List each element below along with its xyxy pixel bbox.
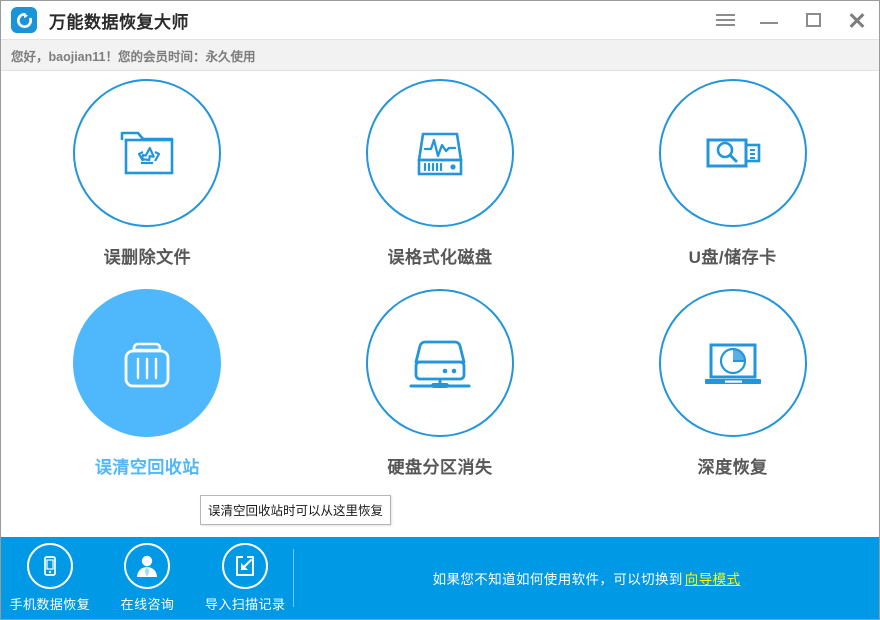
- bottom-action-import-scan-record[interactable]: 导入扫描记录: [198, 543, 292, 613]
- title-bar: 万能数据恢复大师: [1, 1, 879, 39]
- action-label: 在线咨询: [120, 597, 175, 612]
- card-label: 误清空回收站: [94, 458, 200, 477]
- wizard-mode-link[interactable]: 向导模式: [685, 568, 741, 588]
- card-label: 误删除文件: [103, 248, 192, 267]
- card-formatted-disk[interactable]: 误格式化磁盘: [330, 79, 550, 289]
- laptop-pie-chart-icon: [704, 343, 761, 384]
- action-circle: [26, 543, 73, 589]
- card-label: U盘/储存卡: [688, 248, 777, 267]
- recovery-mode-grid: 误删除文件 误格式化磁盘 U盘/储存卡 误清空回收站 硬盘分区消失 深度恢复: [1, 79, 879, 499]
- card-label: 硬盘分区消失: [387, 458, 493, 477]
- card-deleted-files[interactable]: 误删除文件: [37, 79, 257, 289]
- mobile-phone-icon: [43, 556, 56, 576]
- app-window: 万能数据恢复大师 您好，baojian11！您的会员时间：永久使用 误删除文件 …: [0, 0, 880, 620]
- import-arrow-icon: [236, 556, 255, 576]
- close-button[interactable]: [835, 1, 879, 39]
- card-lost-partition[interactable]: 硬盘分区消失: [330, 289, 550, 499]
- bottom-action-group: 手机数据恢复 在线咨询 导入扫描记录: [1, 537, 294, 619]
- action-label: 手机数据恢复: [9, 597, 91, 612]
- minimize-icon: [760, 22, 778, 24]
- action-circle: [124, 543, 171, 589]
- disk-waveform-icon: [417, 132, 463, 176]
- bottom-action-online-support[interactable]: 在线咨询: [100, 543, 194, 613]
- tooltip: 误清空回收站时可以从这里恢复: [200, 495, 392, 525]
- maximize-button[interactable]: [791, 1, 835, 39]
- card-deep-recovery[interactable]: 深度恢复: [623, 289, 843, 499]
- card-label: 深度恢复: [697, 458, 768, 477]
- close-icon: [848, 11, 866, 29]
- card-circle: [365, 289, 514, 437]
- wizard-hint: 如果您不知道如何使用软件，可以切换到 向导模式: [294, 568, 879, 588]
- user-person-icon: [137, 555, 158, 577]
- folder-recycle-icon: [121, 131, 174, 175]
- minimize-button[interactable]: [747, 1, 791, 39]
- card-circle: [365, 79, 514, 227]
- maximize-icon: [805, 13, 821, 27]
- card-emptied-recycle-bin[interactable]: 误清空回收站: [37, 289, 257, 499]
- usb-drive-search-icon: [706, 138, 760, 168]
- window-controls: [703, 1, 879, 39]
- action-label: 导入扫描记录: [204, 597, 286, 612]
- action-circle: [222, 543, 269, 589]
- bottom-bar: 手机数据恢复 在线咨询 导入扫描记录 如果您不知道如何使用软件，可以切换到 向导…: [1, 537, 879, 619]
- menu-button[interactable]: [703, 1, 747, 39]
- card-circle: [73, 79, 222, 227]
- card-circle: [658, 289, 807, 437]
- bottom-action-phone-recovery[interactable]: 手机数据恢复: [3, 543, 97, 613]
- main-content: 误删除文件 误格式化磁盘 U盘/储存卡 误清空回收站 硬盘分区消失 深度恢复 误…: [1, 71, 879, 537]
- card-usb-memory-card[interactable]: U盘/储存卡: [623, 79, 843, 289]
- app-logo-icon: [11, 7, 37, 33]
- card-label: 误格式化磁盘: [387, 248, 493, 267]
- app-title: 万能数据恢复大师: [49, 12, 189, 32]
- greeting-bar: 您好，baojian11！您的会员时间：永久使用: [1, 39, 879, 71]
- trash-bin-icon: [124, 342, 170, 388]
- external-hard-drive-icon: [409, 340, 471, 388]
- greeting-text: 您好，baojian11！您的会员时间：永久使用: [11, 49, 256, 64]
- wizard-hint-text: 如果您不知道如何使用软件，可以切换到: [432, 572, 683, 587]
- card-circle: [658, 79, 807, 227]
- hamburger-menu-icon: [715, 11, 735, 29]
- card-circle: [73, 289, 222, 437]
